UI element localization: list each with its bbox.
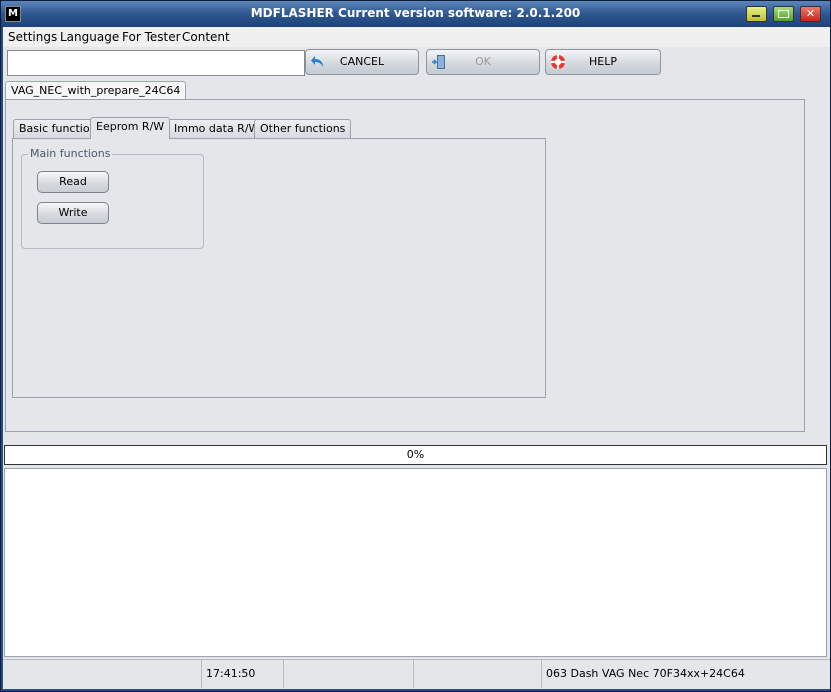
title-bar[interactable]: M MDFLASHER Current version software: 2.… bbox=[1, 1, 830, 27]
document-panel: Basic functions Eeprom R/W Immo data R/W… bbox=[5, 99, 805, 432]
menu-bar: Settings Language For Tester Content bbox=[3, 27, 830, 47]
read-button[interactable]: Read bbox=[37, 171, 109, 193]
tab-other-functions[interactable]: Other functions bbox=[254, 119, 352, 138]
main-functions-label: Main functions bbox=[28, 147, 113, 160]
progress-label: 0% bbox=[406, 448, 425, 461]
document-tab[interactable]: VAG_NEC_with_prepare_24C64 bbox=[5, 81, 187, 99]
minimize-button[interactable] bbox=[746, 6, 767, 22]
menu-for-tester[interactable]: For Tester bbox=[122, 30, 181, 44]
status-time: 17:41:50 bbox=[201, 660, 283, 688]
client-area: Settings Language For Tester Content CAN… bbox=[3, 27, 830, 689]
status-cell-4 bbox=[413, 660, 541, 688]
progress-bar: 0% bbox=[4, 445, 827, 465]
cancel-label: CANCEL bbox=[339, 55, 385, 68]
main-functions-group: Main functions Read Write bbox=[21, 147, 204, 249]
status-cell-3 bbox=[283, 660, 413, 688]
tab-eeprom-rw[interactable]: Eeprom R/W bbox=[90, 117, 171, 139]
status-cell-1 bbox=[3, 660, 201, 688]
menu-settings[interactable]: Settings bbox=[8, 30, 57, 44]
window-title: MDFLASHER Current version software: 2.0.… bbox=[250, 6, 581, 20]
help-label: HELP bbox=[589, 55, 617, 68]
ok-button[interactable]: OK bbox=[426, 49, 540, 75]
close-button[interactable]: ✕ bbox=[800, 6, 821, 22]
lifebuoy-icon bbox=[551, 55, 565, 69]
status-bar: 17:41:50 063 Dash VAG Nec 70F34xx+24C64 bbox=[3, 659, 830, 688]
toolbar-input[interactable] bbox=[7, 50, 305, 76]
ok-label: OK bbox=[475, 55, 491, 68]
status-device: 063 Dash VAG Nec 70F34xx+24C64 bbox=[541, 660, 830, 688]
log-output[interactable] bbox=[4, 468, 827, 657]
main-window: M MDFLASHER Current version software: 2.… bbox=[0, 0, 831, 692]
eeprom-panel: Main functions Read Write bbox=[12, 138, 546, 398]
exit-door-icon bbox=[432, 55, 445, 69]
cancel-button[interactable]: CANCEL bbox=[305, 49, 419, 75]
menu-language[interactable]: Language bbox=[60, 30, 119, 44]
tab-immo-data-rw[interactable]: Immo data R/W bbox=[168, 119, 266, 138]
menu-content[interactable]: Content bbox=[182, 30, 230, 44]
maximize-button[interactable] bbox=[773, 6, 794, 22]
write-button[interactable]: Write bbox=[37, 202, 109, 224]
undo-arrow-icon bbox=[311, 56, 323, 67]
help-button[interactable]: HELP bbox=[545, 49, 661, 75]
